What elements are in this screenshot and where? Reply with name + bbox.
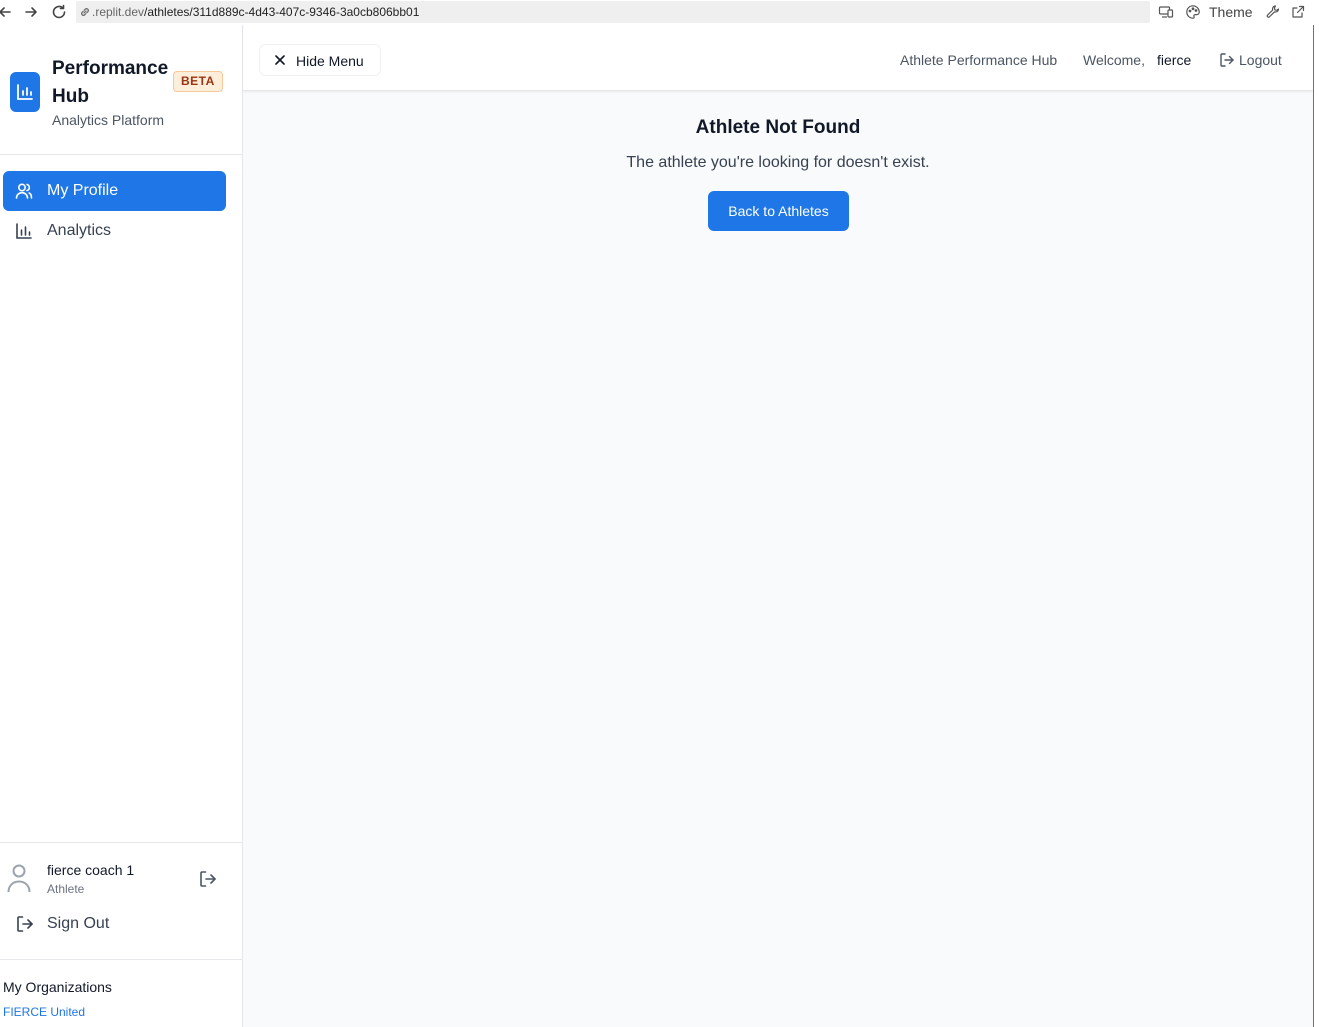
page-title: Athlete Not Found	[695, 117, 861, 138]
forward-arrow-icon[interactable]	[22, 3, 40, 21]
window-edge	[1313, 25, 1319, 1027]
hide-menu-label: Hide Menu	[296, 53, 364, 69]
users-icon	[15, 182, 33, 200]
sidebar-item-label: Analytics	[47, 222, 112, 239]
back-to-athletes-button[interactable]: Back to Athletes	[708, 191, 849, 231]
bar-chart-logo-icon	[10, 72, 40, 112]
theme-label[interactable]: Theme	[1209, 4, 1253, 20]
sidebar-item-my-profile[interactable]: My Profile	[3, 171, 226, 211]
palette-icon[interactable]	[1185, 4, 1201, 20]
sidebar: Performance Hub BETA Analytics Platform …	[0, 25, 243, 1027]
browser-toolbar: .replit.dev/athletes/311d889c-4d43-407c-…	[0, 0, 1319, 25]
logout-label: Logout	[1239, 52, 1282, 68]
top-header: Hide Menu Athlete Performance Hub Welcom…	[243, 25, 1313, 91]
sign-out-label: Sign Out	[47, 915, 110, 932]
header-app-name: Athlete Performance Hub	[900, 52, 1058, 68]
url-path: /athletes/311d889c-4d43-407c-9346-3a0cb8…	[144, 5, 420, 19]
brand-title: Performance Hub	[52, 58, 169, 107]
sidebar-item-analytics[interactable]: Analytics	[3, 211, 226, 251]
logout-icon	[1219, 52, 1235, 68]
not-found-message: The athlete you're looking for doesn't e…	[626, 154, 930, 171]
reload-icon[interactable]	[50, 3, 68, 21]
close-icon	[274, 54, 286, 66]
back-arrow-icon[interactable]	[0, 3, 14, 21]
address-bar[interactable]: .replit.dev/athletes/311d889c-4d43-407c-…	[76, 1, 1150, 23]
user-role: Athlete	[47, 882, 85, 896]
user-avatar-icon	[6, 863, 32, 893]
hide-menu-button[interactable]: Hide Menu	[259, 44, 381, 76]
logout-icon[interactable]	[198, 869, 218, 889]
app-window: Performance Hub BETA Analytics Platform …	[0, 25, 1313, 1027]
sign-out-icon	[15, 914, 35, 934]
organizations-title: My Organizations	[3, 979, 112, 995]
link-icon	[79, 6, 91, 18]
beta-badge: BETA	[173, 71, 223, 92]
header-username: fierce	[1157, 52, 1192, 68]
user-card: fierce coach 1 Athlete Sign Out	[0, 842, 242, 960]
welcome-label: Welcome,	[1083, 52, 1145, 68]
external-link-icon[interactable]	[1290, 4, 1306, 20]
url-text: .replit.dev/athletes/311d889c-4d43-407c-…	[92, 5, 419, 19]
sidebar-item-label: My Profile	[47, 182, 119, 199]
user-name: fierce coach 1	[47, 862, 135, 878]
bar-chart-icon	[15, 222, 33, 240]
sign-out-button[interactable]: Sign Out	[0, 906, 242, 942]
brand-header: Performance Hub BETA Analytics Platform	[0, 25, 242, 155]
wrench-icon[interactable]	[1265, 4, 1281, 20]
brand-subtitle: Analytics Platform	[52, 112, 165, 128]
organization-link[interactable]: FIERCE United	[3, 1005, 85, 1019]
devices-icon[interactable]	[1158, 4, 1174, 20]
logout-button[interactable]: Logout	[1219, 50, 1301, 72]
url-host: .replit.dev	[92, 5, 145, 19]
